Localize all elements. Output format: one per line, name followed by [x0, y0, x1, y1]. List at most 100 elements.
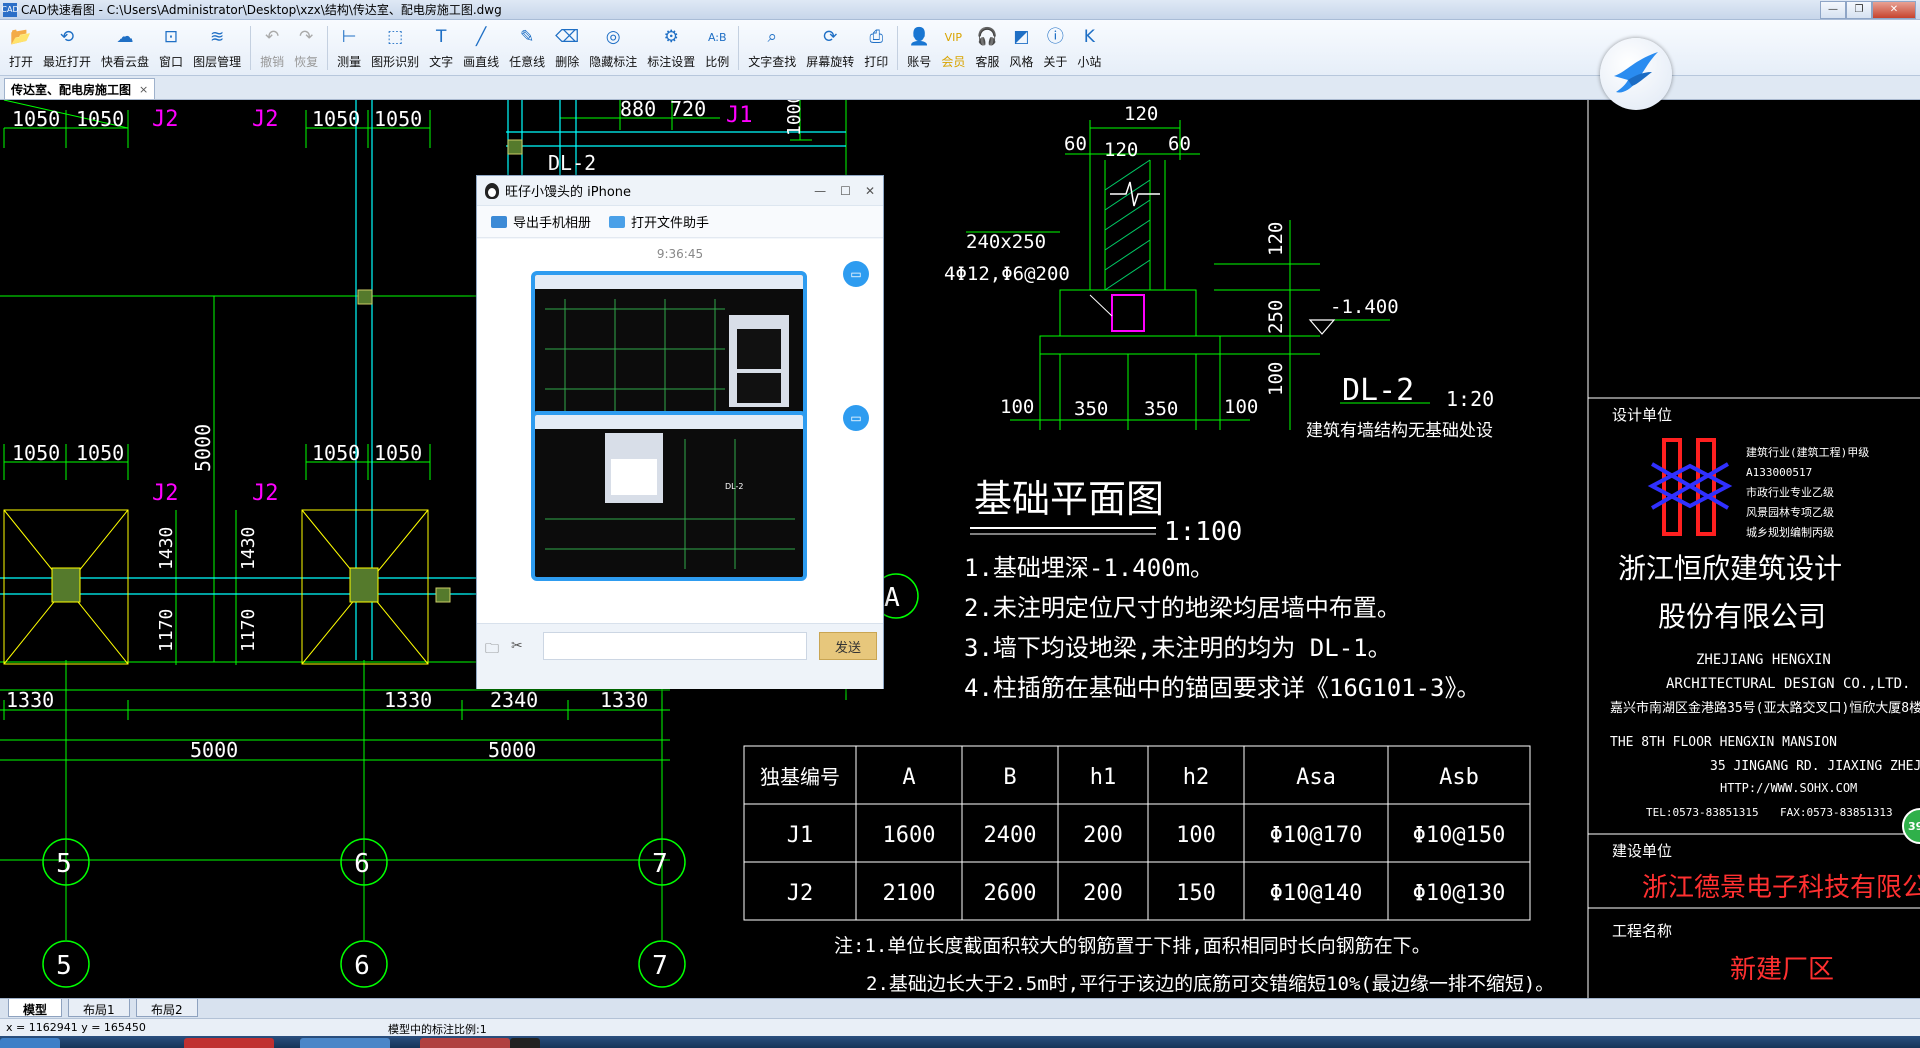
drawing-canvas[interactable]: 1050 1050 1050 1050 880 720 1000 1050 10…: [0, 100, 1920, 998]
company-name-cn: 浙江恒欣建筑设计: [1618, 552, 1842, 585]
chat-message-input[interactable]: [543, 632, 807, 660]
toolbar-label: 最近打开: [43, 55, 92, 69]
toolbar-eraser-button[interactable]: ⌫ 删除: [550, 20, 584, 76]
dim-text: 1430: [156, 527, 177, 570]
bird-logo-icon[interactable]: [1600, 38, 1672, 110]
chat-close-button[interactable]: ✕: [865, 184, 875, 198]
send-button[interactable]: 发送: [819, 632, 877, 660]
toolbar-print-button[interactable]: ⎙ 打印: [859, 20, 893, 76]
text-search-icon: ⌕: [767, 26, 778, 47]
dim-text: 1170: [156, 609, 177, 652]
toolbar-style-button[interactable]: ◩ 风格: [1004, 20, 1038, 76]
chat-tools: 🗀 ✂: [485, 638, 523, 662]
table-cell: 150: [1176, 881, 1216, 906]
taskbar-item[interactable]: [510, 1038, 540, 1048]
toolbar-line-button[interactable]: ╱ 画直线: [458, 20, 504, 76]
table-header: h1: [1090, 765, 1117, 790]
minimize-button[interactable]: —: [1820, 0, 1846, 19]
taskbar-item[interactable]: [420, 1038, 510, 1048]
open-file-helper-label: 打开文件助手: [631, 216, 710, 231]
toolbar-shape-recognize-button[interactable]: ⬚ 图形识别: [366, 20, 424, 76]
toolbar-label: 关于: [1043, 55, 1068, 69]
taskbar-item[interactable]: [300, 1038, 390, 1048]
table-header: Asa: [1296, 765, 1336, 790]
qualification-line: 建筑行业(建筑工程)甲级: [1746, 445, 1869, 459]
qualification-line: 市政行业专业乙级: [1746, 485, 1834, 499]
axis-label: 7: [652, 951, 668, 981]
restore-button[interactable]: ❐: [1846, 0, 1872, 19]
eraser-icon: ⌫: [555, 26, 580, 47]
close-button[interactable]: ✕: [1872, 0, 1916, 19]
axis-label: 5: [56, 849, 72, 879]
toolbar-rotate-screen-button[interactable]: ⟳ 屏幕旋转: [801, 20, 859, 76]
document-tab-close-icon[interactable]: ×: [139, 83, 148, 96]
chat-maximize-button[interactable]: ☐: [840, 184, 851, 198]
folder-icon[interactable]: 🗀: [485, 638, 499, 662]
chat-minimize-button[interactable]: —: [814, 184, 826, 198]
toolbar-annotation-settings-button[interactable]: ⚙ 标注设置: [642, 20, 700, 76]
toolbar-layers-button[interactable]: ≋ 图层管理: [188, 20, 246, 76]
toolbar-label: 快看云盘: [101, 55, 150, 69]
toolbar-site-button[interactable]: K 小站: [1072, 20, 1106, 76]
column-marker: [357, 289, 373, 305]
chat-input-area: 🗀 ✂ 发送: [477, 623, 883, 689]
toolbar-window-button[interactable]: ⊡ 窗口: [154, 20, 188, 76]
toolbar-text-search-button[interactable]: ⌕ 文字查找: [743, 20, 801, 76]
folder-open-icon: 📂: [10, 26, 32, 47]
toolbar-measure-button[interactable]: ⊢ 测量: [332, 20, 366, 76]
info-icon: ⓘ: [1046, 26, 1064, 47]
toolbar-folder-open-button[interactable]: 📂 打开: [4, 20, 38, 76]
toolbar-cloud-button[interactable]: ☁ 快看云盘: [96, 20, 154, 76]
company-tel: TEL:0573-83851315: [1646, 806, 1759, 819]
toolbar-hide-annotation-button[interactable]: ◎ 隐藏标注: [584, 20, 642, 76]
company-logo-icon: [1647, 438, 1733, 536]
window-icon: ⊡: [163, 26, 179, 47]
toolbar-account-button[interactable]: 👤 账号: [902, 20, 936, 76]
toolbar-recent-button[interactable]: ⟲ 最近打开: [38, 20, 96, 76]
toolbar-separator: [738, 26, 740, 70]
toolbar-redo-button[interactable]: ↷ 恢复: [289, 20, 323, 76]
tab-layout1[interactable]: 布局1: [68, 999, 130, 1017]
toolbar-scale-button[interactable]: A:B 比例: [700, 20, 734, 76]
scissors-icon[interactable]: ✂: [511, 638, 523, 662]
dl2-rebar-cage: [1111, 294, 1145, 332]
column-marker: [435, 587, 451, 603]
table-cell: Φ10@140: [1270, 881, 1363, 906]
company-name-cn: 股份有限公司: [1658, 600, 1826, 633]
client-label: 建设单位: [1612, 842, 1672, 860]
toolbar-freehand-button[interactable]: ✎ 任意线: [504, 20, 550, 76]
company-name-en: ZHEJIANG HENGXIN: [1696, 652, 1831, 668]
toolbar-undo-button[interactable]: ↶ 撤销: [255, 20, 289, 76]
dim-text: 1050: [374, 107, 422, 131]
tab-layout2[interactable]: 布局2: [136, 999, 198, 1017]
toolbar-info-button[interactable]: ⓘ 关于: [1038, 20, 1072, 76]
table-cell: 200: [1083, 823, 1123, 848]
dim-text: 1170: [238, 609, 259, 652]
taskbar-item[interactable]: [184, 1038, 274, 1048]
break-line: [1110, 181, 1160, 207]
footing-label: J1: [726, 103, 753, 128]
axis-label: A: [884, 583, 900, 613]
toolbar-label: 风格: [1009, 55, 1034, 69]
open-file-helper-button[interactable]: 打开文件助手: [609, 212, 709, 231]
tab-model[interactable]: 模型: [8, 999, 63, 1017]
toolbar-headset-button[interactable]: 🎧 客服: [970, 20, 1004, 76]
dim-text: 60: [1064, 133, 1087, 155]
table-cell: 200: [1083, 881, 1123, 906]
company-fax: FAX:0573-83851313: [1780, 806, 1893, 819]
toolbar-text-button[interactable]: T 文字: [424, 20, 458, 76]
toolbar-label: 文字查找: [748, 55, 797, 69]
start-button[interactable]: [0, 1038, 60, 1048]
recent-icon: ⟲: [59, 26, 75, 47]
dim-text: 2340: [490, 688, 538, 712]
table-cell: J2: [787, 881, 814, 906]
footing-label: J2: [252, 481, 279, 506]
elevation-marker: [1308, 319, 1336, 335]
line-icon: ╱: [476, 26, 487, 47]
toolbar-vip-button[interactable]: VIP 会员: [936, 20, 970, 76]
screenshot-message[interactable]: DL-2: [531, 411, 807, 581]
dim-text: 350: [1074, 398, 1108, 420]
export-album-button[interactable]: 导出手机相册: [491, 212, 591, 231]
toolbar-label: 会员: [941, 55, 966, 69]
document-tab[interactable]: 传达室、配电房施工图 ×: [4, 78, 156, 99]
